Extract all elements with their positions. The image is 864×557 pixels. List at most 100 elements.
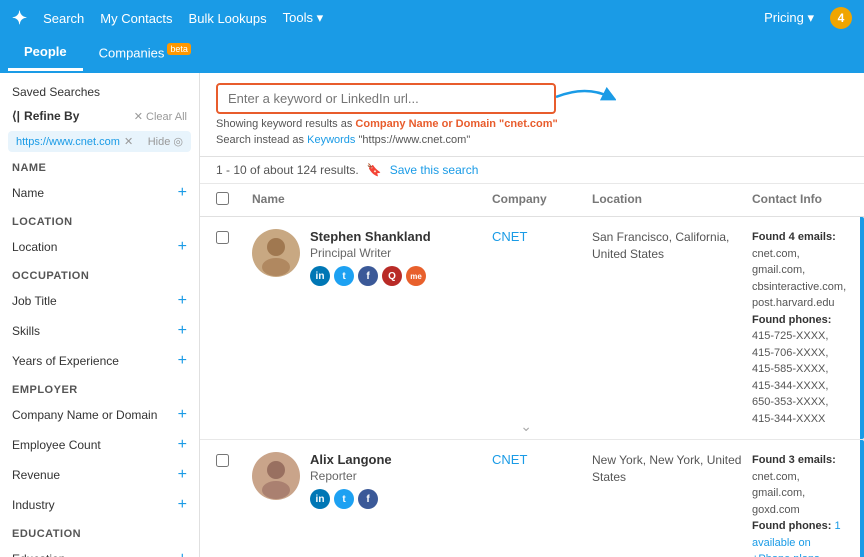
row-2-details: Alix Langone Reporter in t f <box>310 452 392 509</box>
filter-location[interactable]: Location + <box>0 232 199 262</box>
arrow-indicator-icon <box>556 85 616 115</box>
section-employer: EMPLOYER <box>0 376 199 400</box>
section-education: EDUCATION <box>0 520 199 544</box>
search-instead-prefix: Search instead as <box>216 134 304 146</box>
nav-bulk-lookups[interactable]: Bulk Lookups <box>189 11 267 26</box>
tab-people[interactable]: People <box>8 36 83 71</box>
row-2-title: Reporter <box>310 469 392 483</box>
row-1-title: Principal Writer <box>310 246 431 260</box>
showing-prefix: Showing keyword results as <box>216 118 352 130</box>
filter-skills[interactable]: Skills + <box>0 316 199 346</box>
top-navigation: ✦ Search My Contacts Bulk Lookups Tools … <box>0 0 864 36</box>
filter-industry[interactable]: Industry + <box>0 490 199 520</box>
keyword-info: Showing keyword results as Company Name … <box>216 118 848 130</box>
clear-all-button[interactable]: ✕ Clear All <box>134 110 187 123</box>
header-name: Name <box>252 192 492 208</box>
search-bar-area: Showing keyword results as Company Name … <box>200 73 864 157</box>
showing-highlight: Company Name or Domain "cnet.com" <box>355 118 557 130</box>
row-2-contact: Found 3 emails: cnet.com, gmail.com, gox… <box>752 452 848 557</box>
sub-navigation: People Companiesbeta <box>0 36 864 73</box>
add-job-title-icon[interactable]: + <box>178 292 187 310</box>
nav-my-contacts[interactable]: My Contacts <box>100 11 172 26</box>
hide-filter-label[interactable]: Hide ◎ <box>148 135 183 148</box>
search-instead-value: "https://www.cnet.com" <box>358 134 470 146</box>
select-all-checkbox[interactable] <box>216 192 229 205</box>
add-revenue-icon[interactable]: + <box>178 466 187 484</box>
row-1-social-icons: in t f Q me <box>310 266 431 286</box>
tab-companies[interactable]: Companiesbeta <box>83 36 207 71</box>
refine-icon: ⟨| <box>12 109 20 123</box>
add-location-filter-icon[interactable]: + <box>178 238 187 256</box>
results-table: Name Company Location Contact Info <box>200 184 864 557</box>
row-1-twitter-icon[interactable]: t <box>334 266 354 286</box>
add-name-filter-icon[interactable]: + <box>178 184 187 202</box>
row-1-expand-button[interactable]: ⌄ <box>520 418 532 435</box>
pricing-button[interactable]: Pricing ▾ <box>764 10 814 26</box>
filter-employee-count[interactable]: Employee Count + <box>0 430 199 460</box>
remove-filter-icon[interactable]: ✕ <box>124 135 133 148</box>
search-instead-info: Search instead as Keywords "https://www.… <box>216 134 848 146</box>
row-2-person-info: Alix Langone Reporter in t f <box>252 452 492 509</box>
save-search-link[interactable]: Save this search <box>390 163 479 177</box>
search-instead-link[interactable]: Keywords <box>307 134 355 146</box>
filter-years-experience[interactable]: Years of Experience + <box>0 346 199 376</box>
row-2-checkbox-cell <box>216 452 252 467</box>
row-1-location: San Francisco, California, United States <box>592 229 752 263</box>
nav-tools[interactable]: Tools ▾ <box>283 10 324 26</box>
row-2-accent <box>860 440 864 557</box>
filter-job-title[interactable]: Job Title + <box>0 286 199 316</box>
section-occupation: OCCUPATION <box>0 262 199 286</box>
header-location: Location <box>592 192 752 208</box>
row-2-name[interactable]: Alix Langone <box>310 452 392 467</box>
row-2-location: New York, New York, United States <box>592 452 752 486</box>
row-2-checkbox[interactable] <box>216 454 229 467</box>
logo-icon: ✦ <box>12 8 27 29</box>
main-content: Showing keyword results as Company Name … <box>200 73 864 557</box>
add-employee-count-icon[interactable]: + <box>178 436 187 454</box>
row-2-facebook-icon[interactable]: f <box>358 489 378 509</box>
row-1-medium-icon[interactable]: me <box>406 266 426 286</box>
refine-label: ⟨| Refine By <box>12 109 79 123</box>
notification-badge[interactable]: 4 <box>830 7 852 29</box>
row-2-avatar <box>252 452 300 500</box>
nav-search[interactable]: Search <box>43 11 84 26</box>
active-filter-tag[interactable]: https://www.cnet.com ✕ Hide ◎ <box>8 131 191 152</box>
row-1-quora-icon[interactable]: Q <box>382 266 402 286</box>
row-2-twitter-icon[interactable]: t <box>334 489 354 509</box>
row-1-company[interactable]: CNET <box>492 229 592 244</box>
row-1-avatar <box>252 229 300 277</box>
row-1-checkbox-cell <box>216 229 252 244</box>
sidebar: Saved Searches ⟨| Refine By ✕ Clear All … <box>0 73 200 557</box>
row-1-accent <box>860 217 864 439</box>
filter-value: https://www.cnet.com <box>16 136 120 148</box>
add-industry-icon[interactable]: + <box>178 496 187 514</box>
row-1-checkbox[interactable] <box>216 231 229 244</box>
table-row: Stephen Shankland Principal Writer in t … <box>200 217 864 440</box>
filter-revenue[interactable]: Revenue + <box>0 460 199 490</box>
table-header: Name Company Location Contact Info <box>200 184 864 217</box>
save-icon: 🔖 <box>367 163 382 177</box>
section-name: NAME <box>0 154 199 178</box>
results-bar: 1 - 10 of about 124 results. 🔖 Save this… <box>200 157 864 184</box>
filter-company-domain[interactable]: Company Name or Domain + <box>0 400 199 430</box>
results-count: 1 - 10 of about 124 results. <box>216 163 359 177</box>
search-input[interactable] <box>216 83 556 114</box>
row-1-person-info: Stephen Shankland Principal Writer in t … <box>252 229 492 286</box>
filter-name[interactable]: Name + <box>0 178 199 208</box>
row-1-linkedin-icon[interactable]: in <box>310 266 330 286</box>
header-checkbox-col <box>216 192 252 208</box>
beta-badge: beta <box>167 43 191 55</box>
row-1-facebook-icon[interactable]: f <box>358 266 378 286</box>
saved-searches-link[interactable]: Saved Searches <box>0 81 199 103</box>
row-2-linkedin-icon[interactable]: in <box>310 489 330 509</box>
add-years-icon[interactable]: + <box>178 352 187 370</box>
filter-education[interactable]: Education + <box>0 544 199 557</box>
header-company: Company <box>492 192 592 208</box>
add-company-domain-icon[interactable]: + <box>178 406 187 424</box>
add-skills-icon[interactable]: + <box>178 322 187 340</box>
row-2-company[interactable]: CNET <box>492 452 592 467</box>
refine-header: ⟨| Refine By ✕ Clear All <box>0 103 199 129</box>
row-1-name[interactable]: Stephen Shankland <box>310 229 431 244</box>
search-input-wrapper <box>216 83 556 114</box>
header-contact: Contact Info <box>752 192 848 208</box>
